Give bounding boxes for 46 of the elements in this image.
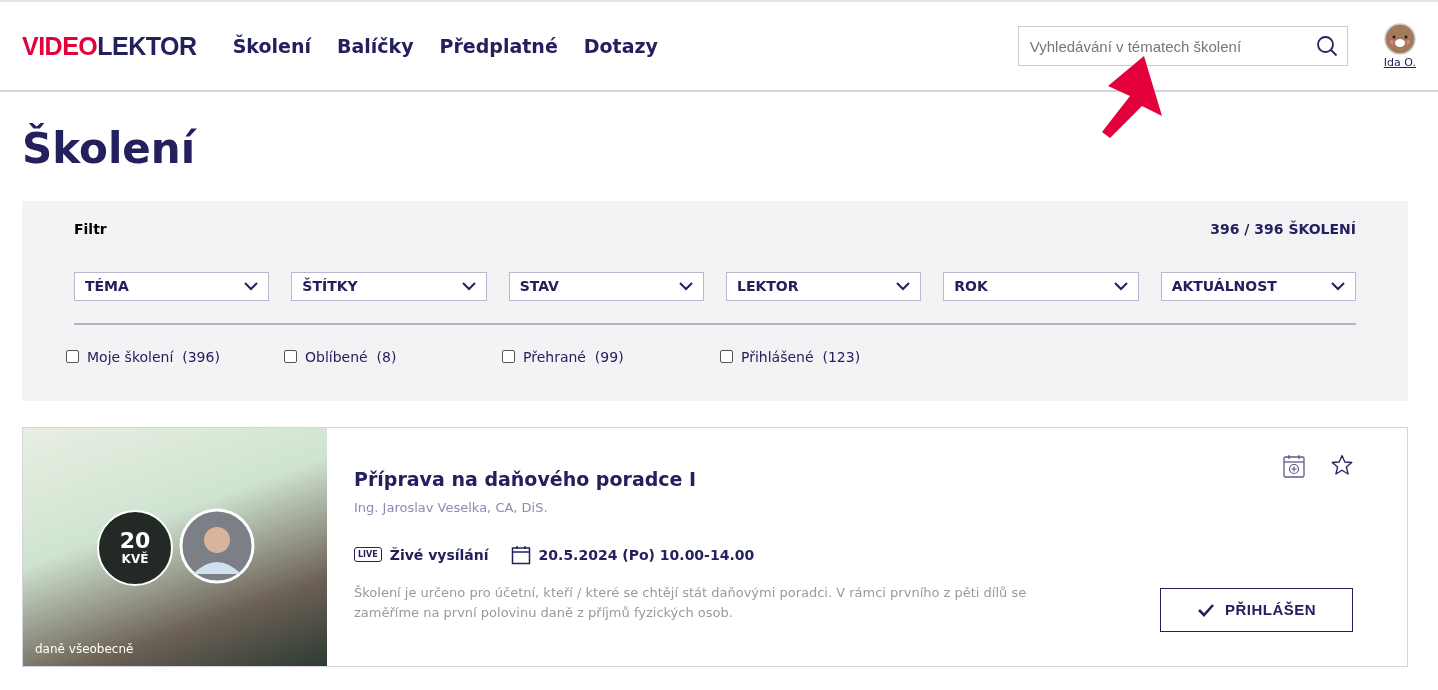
filter-dropdown[interactable]: ROK (943, 271, 1139, 301)
chevron-down-icon (896, 281, 911, 291)
search-field[interactable]: Vyhledávání v tématech školení (1017, 26, 1348, 66)
checkbox-label[interactable]: Oblíbené (8) (305, 348, 397, 365)
registered-button[interactable]: PŘIHLÁŠEN (1160, 587, 1353, 632)
checkbox-label[interactable]: Moje školení (396) (87, 348, 220, 365)
add-to-calendar-icon[interactable] (1283, 453, 1305, 478)
checkmark-icon (1196, 602, 1215, 617)
chevron-down-icon (1113, 281, 1128, 291)
avatar-icon[interactable] (1383, 23, 1416, 55)
chevron-down-icon (461, 281, 476, 291)
course-date: 20.5.2024 (Po) 10.00-14.00 (538, 546, 755, 563)
filter-dropdown[interactable]: LEKTOR (726, 271, 922, 301)
star-icon[interactable] (1331, 453, 1353, 476)
checkbox-label[interactable]: Přehrané (99) (523, 348, 624, 365)
lecturer-name: Ing. Jaroslav Veselka, CA, DiS. (354, 499, 549, 515)
chevron-down-icon (244, 281, 259, 291)
result-count: 396 / 396 ŠKOLENÍ (1210, 220, 1356, 237)
category-tag: daně všeobecně (35, 641, 134, 656)
chevron-down-icon (1330, 281, 1345, 291)
checkbox[interactable] (502, 350, 515, 364)
filter-dropdown[interactable]: STAV (508, 271, 704, 301)
checkbox[interactable] (720, 350, 733, 364)
filter-dropdown[interactable]: TÉMA (74, 271, 270, 301)
user-name-link[interactable]: Ida O. (1383, 56, 1416, 69)
date-badge: 20 KVĚ (97, 509, 173, 586)
course-title[interactable]: Příprava na daňového poradce I (354, 467, 1157, 490)
filter-dropdown[interactable]: AKTUÁLNOST (1160, 271, 1356, 301)
checkbox[interactable] (66, 350, 79, 364)
lecturer-avatar-icon (179, 507, 255, 584)
course-description: Školení je určeno pro účetní, kteří / které se chtějí stát daňovými poradci. V rámci prvního z pěti dílů se zaměříme na první polovinu daně z příjmů fyzických osob. (354, 583, 1028, 623)
checkbox[interactable] (284, 350, 297, 364)
nav-link[interactable]: Školení (232, 35, 311, 57)
nav-link[interactable]: Předplatné (439, 35, 558, 57)
broadcast-mode: Živé vysílání (389, 546, 489, 563)
page-title: Školení (22, 122, 198, 175)
live-badge: LIVE (354, 547, 382, 563)
nav-link[interactable]: Balíčky (336, 35, 414, 57)
nav-link[interactable]: Dotazy (583, 35, 658, 57)
logo[interactable]: VIDEOLEKTOR (22, 31, 197, 61)
filter-dropdown[interactable]: ŠTÍTKY (291, 271, 487, 301)
calendar-icon (510, 544, 531, 565)
search-icon[interactable] (1315, 35, 1338, 57)
filter-label: Filtr (74, 220, 107, 237)
checkbox-label[interactable]: Přihlášené (123) (741, 348, 861, 365)
chevron-down-icon (679, 281, 693, 291)
